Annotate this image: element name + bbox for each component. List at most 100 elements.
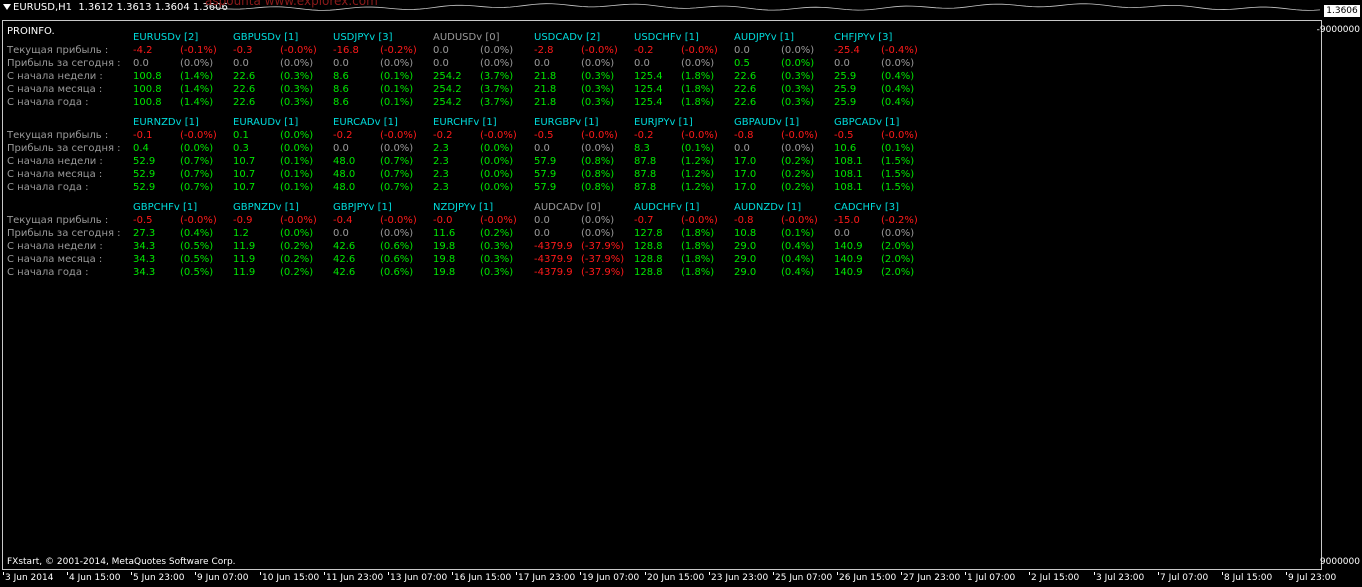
time-label: 2 Jul 15:00 <box>1031 573 1080 583</box>
profit-percent: (0.4%) <box>881 97 915 108</box>
profit-value: 100.8 <box>133 71 162 82</box>
row-label: С начала года : <box>7 182 89 193</box>
profit-value: 34.3 <box>133 254 156 265</box>
profit-value: 34.3 <box>133 267 156 278</box>
time-tick <box>195 572 196 575</box>
profit-value: -4379.9 <box>534 254 573 265</box>
pair-header: AUDNZDv [1] <box>734 202 802 213</box>
profit-percent: (0.0%) <box>480 156 514 167</box>
profit-value: 128.8 <box>634 267 663 278</box>
profit-value: 22.6 <box>734 97 757 108</box>
pair-header: AUDUSDv [0] <box>433 32 500 43</box>
profit-value: 0.0 <box>233 58 249 69</box>
profit-percent: (-0.0%) <box>681 45 718 56</box>
row-label: Текущая прибыль : <box>7 45 109 56</box>
profit-value: -0.0 <box>433 215 453 226</box>
profit-percent: (-0.0%) <box>581 130 618 141</box>
profit-percent: (1.8%) <box>681 71 715 82</box>
profit-percent: (0.0%) <box>280 130 314 141</box>
pair-header: GBPUSDv [1] <box>233 32 299 43</box>
chart-menu-triangle-icon[interactable] <box>3 4 11 10</box>
profit-value: 21.8 <box>534 97 557 108</box>
profit-percent: (3.7%) <box>480 97 514 108</box>
profit-value: 25.9 <box>834 97 857 108</box>
profit-value: 125.4 <box>634 84 663 95</box>
profit-value: 0.0 <box>433 45 449 56</box>
time-label: 20 Jun 15:00 <box>647 573 705 583</box>
profit-percent: (-0.0%) <box>781 130 818 141</box>
indicator-label: PROINFO. <box>7 26 55 37</box>
time-label: 26 Jun 15:00 <box>839 573 897 583</box>
profit-percent: (0.4%) <box>781 254 815 265</box>
profit-percent: (0.2%) <box>280 254 314 265</box>
profit-percent: (1.8%) <box>681 97 715 108</box>
row-label: С начала месяца : <box>7 84 103 95</box>
profit-value: 2.3 <box>433 182 449 193</box>
profit-value: -16.8 <box>333 45 359 56</box>
time-label: 13 Jun 07:00 <box>390 573 448 583</box>
profit-value: 29.0 <box>734 254 757 265</box>
profit-percent: (-0.0%) <box>681 215 718 226</box>
profit-percent: (-0.0%) <box>180 130 217 141</box>
profit-value: -0.2 <box>634 130 654 141</box>
profit-percent: (-37.9%) <box>581 254 625 265</box>
profit-percent: (1.5%) <box>881 182 915 193</box>
symbol-period: EURUSD,H1 <box>13 2 73 13</box>
pair-header: GBPJPYv [1] <box>333 202 392 213</box>
profit-value: 57.9 <box>534 156 557 167</box>
profit-percent: (0.4%) <box>881 71 915 82</box>
time-label: 8 Jul 15:00 <box>1224 573 1273 583</box>
profit-percent: (1.8%) <box>681 84 715 95</box>
row-label: Текущая прибыль : <box>7 130 109 141</box>
profit-value: -4379.9 <box>534 241 573 252</box>
profit-percent: (0.4%) <box>881 84 915 95</box>
profit-value: 0.0 <box>834 58 850 69</box>
profit-percent: (0.1%) <box>280 182 314 193</box>
profit-percent: (-0.4%) <box>881 45 918 56</box>
pair-header: EURCHFv [1] <box>433 117 497 128</box>
profit-percent: (0.0%) <box>581 215 615 226</box>
profit-percent: (1.8%) <box>681 228 715 239</box>
profit-value: 108.1 <box>834 169 863 180</box>
profit-percent: (0.0%) <box>781 143 815 154</box>
profit-value: 42.6 <box>333 241 356 252</box>
profit-percent: (0.3%) <box>480 254 514 265</box>
time-tick <box>773 572 774 575</box>
pair-header: CHFJPYv [3] <box>834 32 893 43</box>
profit-percent: (-0.0%) <box>480 215 517 226</box>
row-label: С начала месяца : <box>7 169 103 180</box>
profit-value: 48.0 <box>333 182 356 193</box>
pair-header: EURUSDv [2] <box>133 32 199 43</box>
profit-percent: (0.3%) <box>781 84 815 95</box>
profit-percent: (0.7%) <box>180 182 214 193</box>
profit-percent: (-0.1%) <box>180 45 217 56</box>
profit-value: 0.0 <box>333 58 349 69</box>
profit-value: 27.3 <box>133 228 156 239</box>
profit-percent: (0.3%) <box>781 71 815 82</box>
profit-value: 19.8 <box>433 241 456 252</box>
profit-percent: (-0.0%) <box>681 130 718 141</box>
profit-value: 22.6 <box>233 97 256 108</box>
profit-percent: (1.4%) <box>180 84 214 95</box>
time-tick <box>645 572 646 575</box>
profit-value: -2.8 <box>534 45 554 56</box>
pair-header: USDJPYv [3] <box>333 32 393 43</box>
time-label: 17 Jun 23:00 <box>518 573 576 583</box>
profit-percent: (0.4%) <box>781 267 815 278</box>
profit-value: 140.9 <box>834 267 863 278</box>
profit-percent: (0.5%) <box>180 254 214 265</box>
pair-header: EURJPYv [1] <box>634 117 693 128</box>
profit-percent: (0.3%) <box>280 97 314 108</box>
time-label: 27 Jun 23:00 <box>903 573 961 583</box>
profit-value: 8.3 <box>634 143 650 154</box>
profit-value: -0.3 <box>233 45 253 56</box>
profit-percent: (0.0%) <box>881 58 915 69</box>
profit-percent: (0.7%) <box>380 182 414 193</box>
profit-percent: (0.1%) <box>380 71 414 82</box>
profit-percent: (0.4%) <box>180 228 214 239</box>
profit-percent: (0.1%) <box>380 97 414 108</box>
time-tick <box>388 572 389 575</box>
profit-value: 22.6 <box>233 84 256 95</box>
profit-percent: (0.3%) <box>581 84 615 95</box>
pair-header: USDCHFv [1] <box>634 32 699 43</box>
